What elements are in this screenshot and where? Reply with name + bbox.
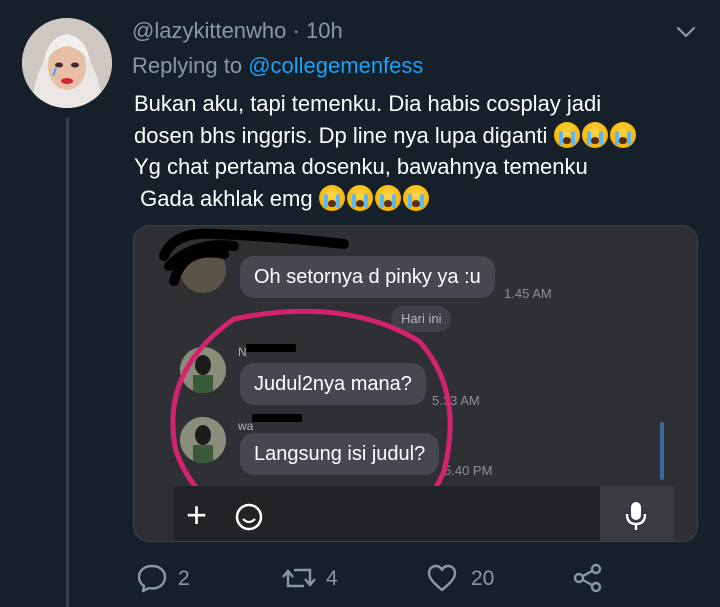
crying-emoji-icon: [553, 121, 580, 148]
avatar-image: [22, 18, 112, 108]
replying-to-label: Replying to: [132, 53, 243, 78]
replying-to: Replying to @collegemenfess: [132, 53, 423, 79]
message-bubble: Oh setornya d pinky ya :u: [240, 256, 495, 298]
crying-emoji-icon: [374, 184, 401, 211]
tweet-line: Bukan aku, tapi temenku. Dia habis cospl…: [134, 91, 602, 116]
tweet-body: Bukan aku, tapi temenku. Dia habis cospl…: [134, 88, 714, 214]
crying-emoji-icon: [402, 184, 429, 211]
action-bar: 2 4 20: [0, 562, 720, 598]
tweet-line: Yg chat pertama dosenku, bawahnya temenk…: [134, 154, 588, 179]
plus-icon[interactable]: +: [186, 497, 207, 533]
crying-emoji-icon: [609, 121, 636, 148]
timestamp[interactable]: · 10h: [293, 18, 343, 43]
tweet-line: dosen bhs inggris. Dp line nya lupa diga…: [134, 120, 714, 152]
message-time: 1.45 AM: [504, 286, 552, 301]
reply-count: 2: [178, 567, 190, 590]
like-icon[interactable]: [426, 562, 458, 594]
like-count: 20: [471, 567, 495, 590]
crying-emoji-icon: [346, 184, 373, 211]
crying-emoji-icon: [318, 184, 345, 211]
mention-link[interactable]: @collegemenfess: [248, 53, 423, 78]
retweet-count: 4: [326, 567, 338, 590]
chevron-down-icon[interactable]: [674, 20, 698, 44]
scrollbar[interactable]: [660, 422, 664, 480]
reply-icon[interactable]: [136, 562, 168, 594]
tweet-header: @lazykittenwho · 10h: [132, 18, 343, 44]
handle[interactable]: @lazykittenwho: [132, 18, 286, 43]
mic-icon[interactable]: [623, 500, 649, 532]
thread-line: [66, 118, 69, 607]
avatar[interactable]: [22, 18, 112, 108]
retweet-icon[interactable]: [282, 562, 316, 594]
share-icon[interactable]: [572, 562, 604, 594]
tweet-line: Gada akhlak emg: [134, 183, 714, 215]
emoji-icon[interactable]: [234, 502, 264, 532]
attached-screenshot[interactable]: Oh setornya d pinky ya :u 1.45 AM Hari i…: [133, 225, 698, 542]
crying-emoji-icon: [581, 121, 608, 148]
